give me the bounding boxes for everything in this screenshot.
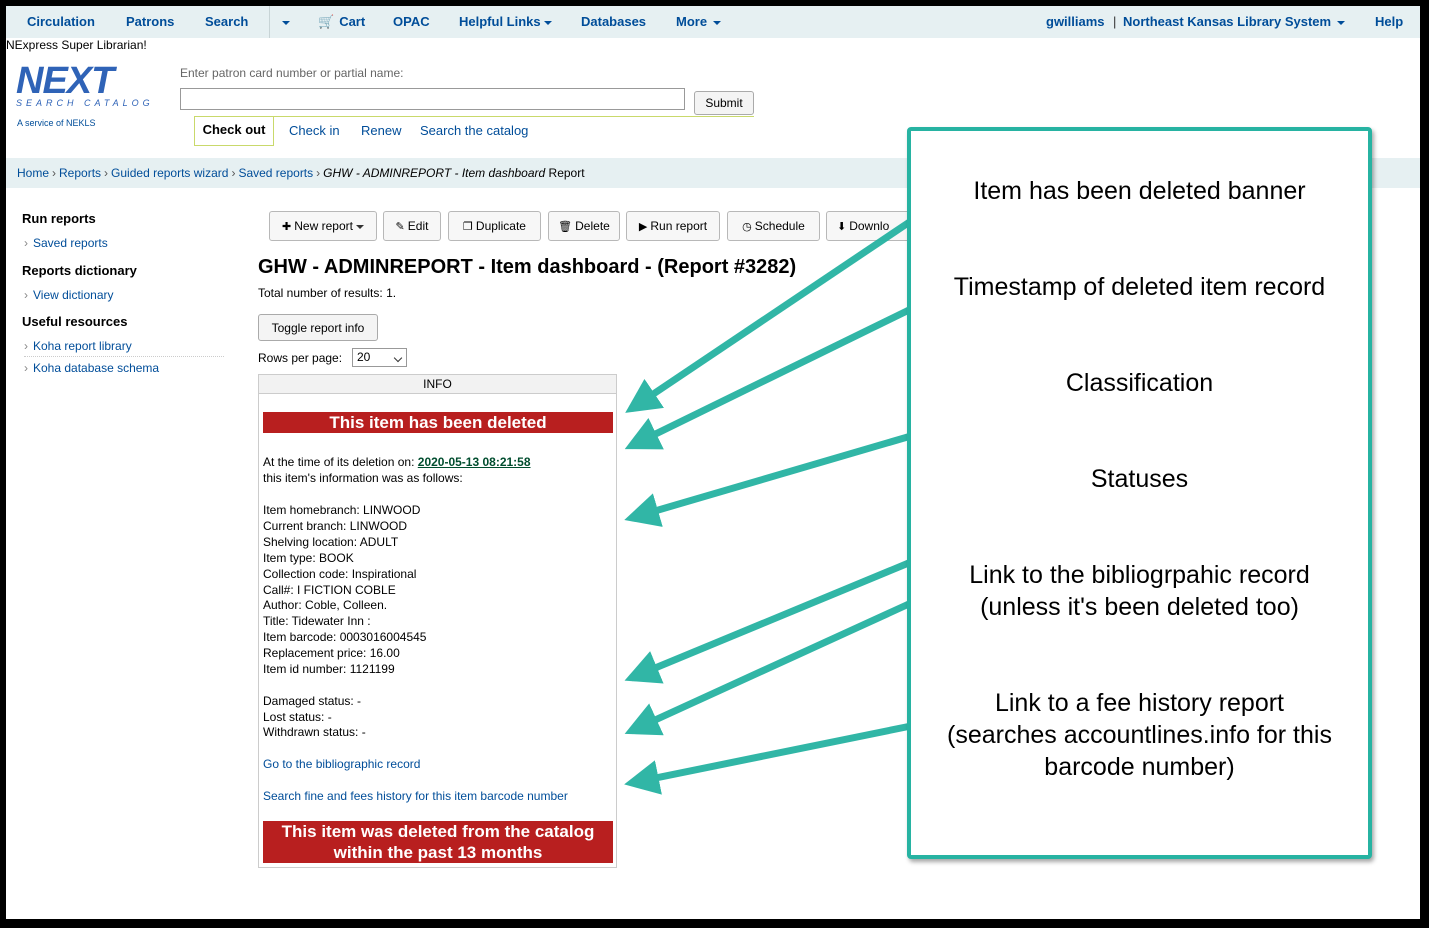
note-biblio-link: Link to the bibliogrpahic record (unless…	[969, 561, 1310, 621]
arrow-to-fees-link	[624, 722, 912, 795]
note-timestamp: Timestamp of deleted item record	[953, 273, 1326, 301]
note-fee-history: Link to a fee history report (searches a…	[947, 689, 1332, 781]
note-classification: Classification	[1065, 369, 1214, 397]
note-deleted-banner: Item has been deleted banner	[973, 177, 1306, 205]
annotation-callout: Item has been deleted banner Timestamp o…	[907, 127, 1372, 859]
note-statuses: Statuses	[1090, 465, 1189, 493]
arrow-to-classification	[624, 432, 912, 527]
koha-staff-page: Circulation Patrons Search 🛒 Cart OPAC He…	[6, 6, 1420, 919]
